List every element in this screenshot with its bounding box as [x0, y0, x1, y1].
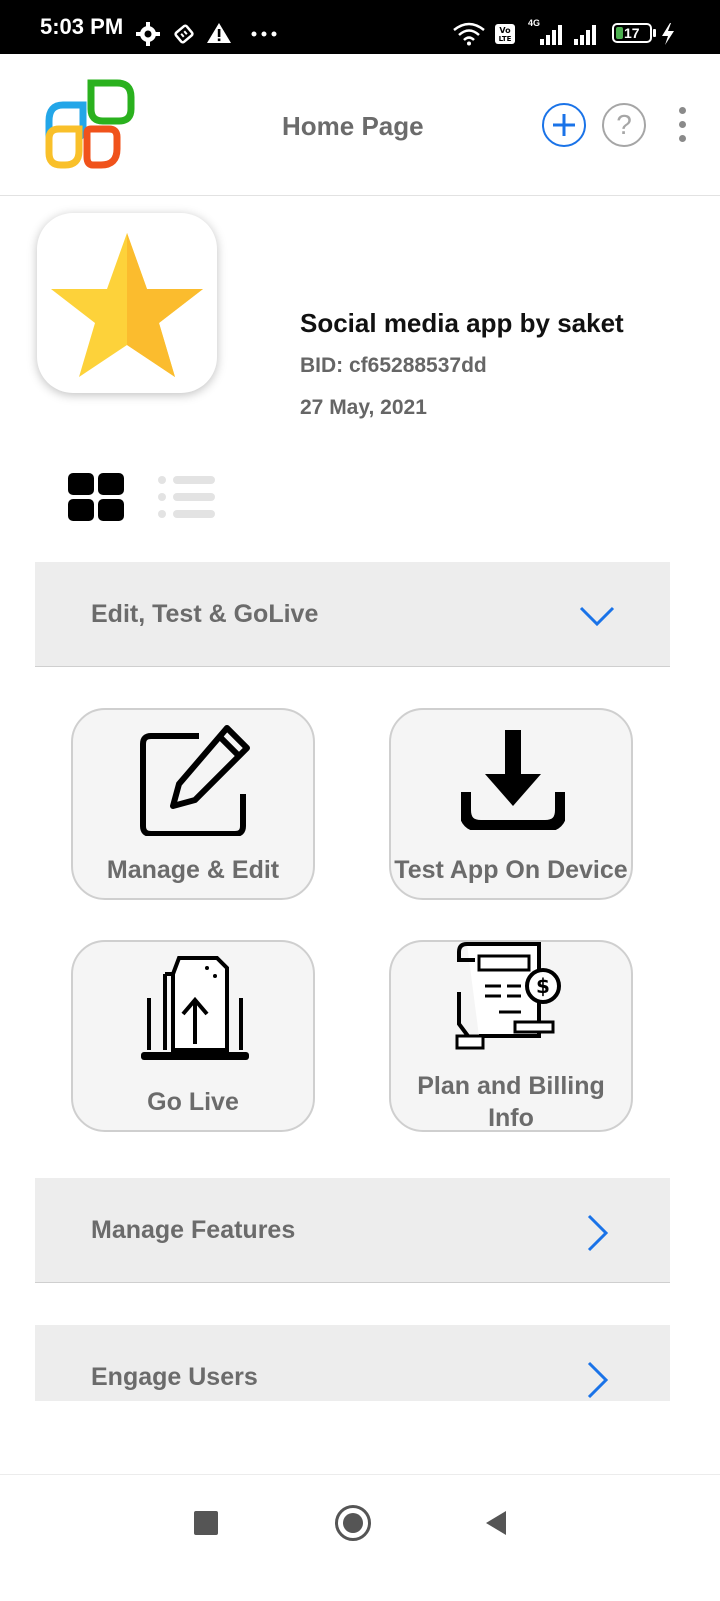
app-name: Social media app by saket: [300, 308, 624, 338]
upload-laptop-icon: [141, 956, 249, 1060]
svg-text:LTE: LTE: [499, 35, 512, 43]
volte-icon: Vo LTE: [495, 24, 515, 44]
chevron-right-icon: [587, 1361, 609, 1399]
wifi-icon: [453, 22, 485, 46]
app-logo-icon[interactable]: [43, 79, 135, 171]
help-button[interactable]: ?: [602, 103, 646, 147]
star-icon: [51, 233, 203, 377]
chevron-down-icon: [579, 606, 615, 626]
back-icon[interactable]: [484, 1509, 508, 1537]
card-label: Go Live: [147, 1088, 239, 1116]
card-label: Manage & Edit: [106, 856, 280, 884]
battery-icon: 17: [612, 23, 652, 43]
charging-icon: [662, 23, 674, 45]
home-icon[interactable]: [335, 1505, 371, 1541]
chevron-right-icon: [587, 1214, 609, 1252]
test-app-card[interactable]: Test App On Device: [389, 708, 633, 900]
section-engage-users[interactable]: Engage Users: [35, 1325, 670, 1401]
manage-edit-card[interactable]: Manage & Edit: [71, 708, 315, 900]
svg-text:Vo: Vo: [499, 26, 511, 35]
sim-icon: [174, 24, 194, 44]
section-label: Edit, Test & GoLive: [91, 600, 319, 628]
add-button[interactable]: [542, 103, 586, 147]
settings-icon: [136, 22, 160, 46]
edit-icon: [140, 725, 250, 836]
stop-icon[interactable]: [194, 1511, 218, 1535]
list-view-icon[interactable]: [158, 473, 216, 521]
section-edit-test-golive[interactable]: Edit, Test & GoLive: [35, 562, 670, 667]
section-manage-features[interactable]: Manage Features: [35, 1178, 670, 1283]
svg-text:$: $: [536, 974, 550, 998]
card-label-line2: Info: [488, 1104, 534, 1132]
app-icon[interactable]: [37, 213, 217, 393]
grid-view-icon[interactable]: [68, 473, 124, 521]
go-live-card[interactable]: Go Live: [71, 940, 315, 1132]
card-label: Test App On Device: [394, 856, 628, 884]
signal-icon-2: [574, 25, 596, 45]
download-icon: [461, 730, 565, 830]
status-bar: 5:03 PM Vo LTE 4G 17: [0, 0, 720, 54]
more-notifications-icon: [251, 31, 277, 37]
app-bid: BID: cf65288537dd: [300, 354, 487, 377]
navigation-bar: [0, 1474, 720, 1601]
warning-icon: [207, 23, 231, 43]
app-date: 27 May, 2021: [300, 396, 427, 419]
more-options-button[interactable]: [670, 105, 694, 145]
card-label-line1: Plan and Billing: [417, 1072, 605, 1100]
billing-icon: $: [455, 942, 561, 1050]
section-label: Manage Features: [91, 1216, 296, 1244]
plan-billing-card[interactable]: $ Plan and Billing Info: [389, 940, 633, 1132]
page-title: Home Page: [282, 111, 424, 141]
section-label: Engage Users: [91, 1363, 258, 1391]
battery-level: 17: [624, 25, 640, 41]
status-time: 5:03 PM: [40, 14, 124, 39]
signal-icon: [540, 25, 562, 45]
app-bar: Home Page ?: [0, 54, 720, 196]
help-icon: ?: [616, 109, 632, 140]
add-icon: [553, 114, 575, 136]
